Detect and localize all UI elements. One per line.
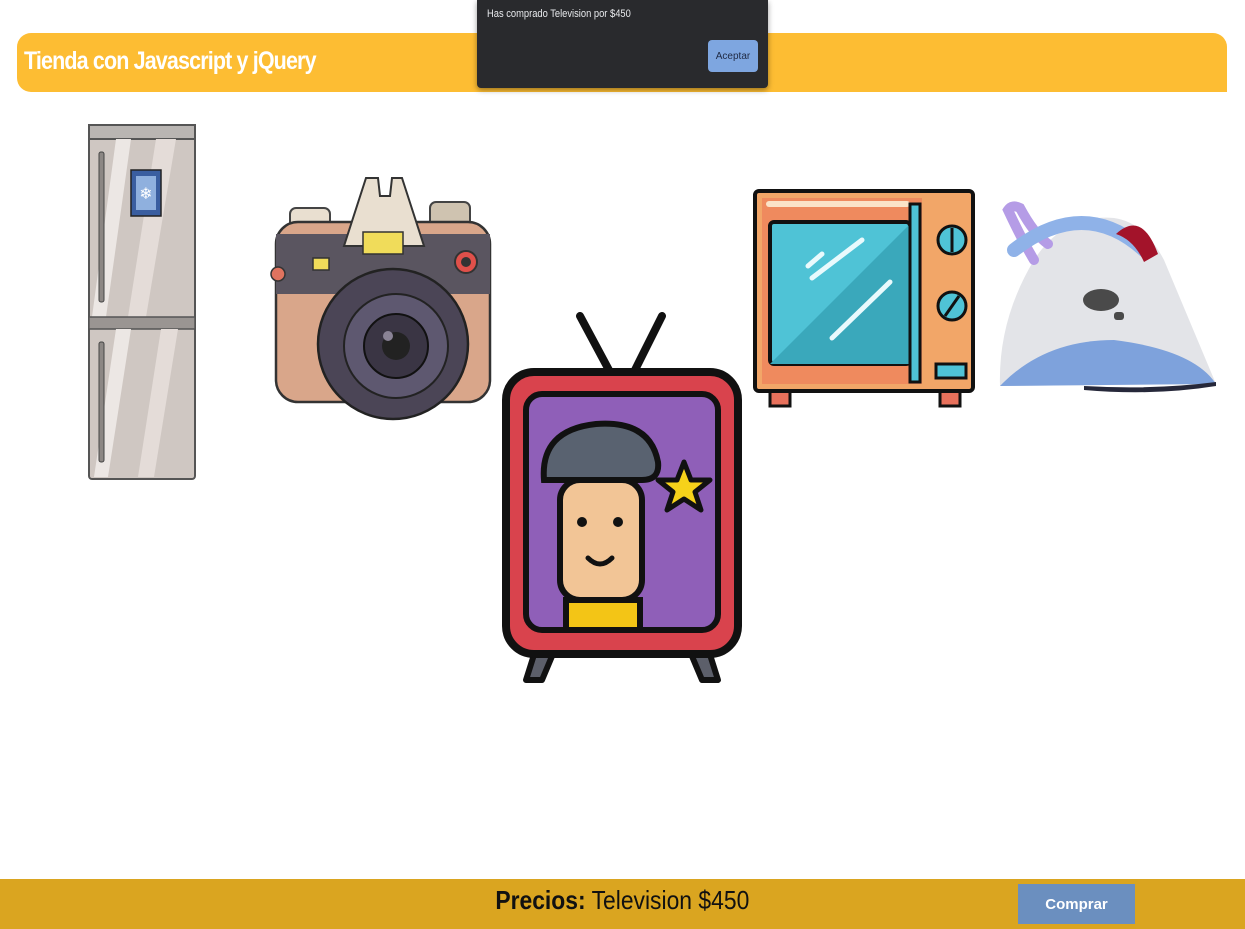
prices-value: Television $450: [591, 885, 750, 915]
svg-text:❄: ❄: [139, 184, 152, 203]
television-icon: [502, 312, 742, 683]
refrigerator-icon: ❄: [88, 124, 196, 480]
product-microwave[interactable]: [752, 188, 976, 412]
page-title: Tienda con Javascript y jQuery: [24, 47, 317, 75]
store-page: Tienda con Javascript y jQuery ❄ Precios…: [0, 0, 1245, 929]
product-camera[interactable]: [268, 174, 494, 426]
microwave-icon: [753, 189, 975, 408]
alert-message: Has comprado Television por $450: [487, 8, 631, 20]
prices-label: Precios:: [495, 885, 586, 915]
camera-icon: [270, 177, 492, 421]
footer-bar: Precios: Television $450 Comprar: [0, 879, 1245, 929]
product-iron[interactable]: [994, 200, 1220, 400]
product-television[interactable]: [500, 312, 744, 688]
buy-button[interactable]: Comprar: [1018, 884, 1135, 924]
product-refrigerator[interactable]: ❄: [86, 122, 198, 482]
alert-dialog: Has comprado Television por $450 Aceptar: [477, 0, 768, 88]
iron-icon: [999, 201, 1216, 393]
alert-ok-button[interactable]: Aceptar: [708, 40, 758, 72]
